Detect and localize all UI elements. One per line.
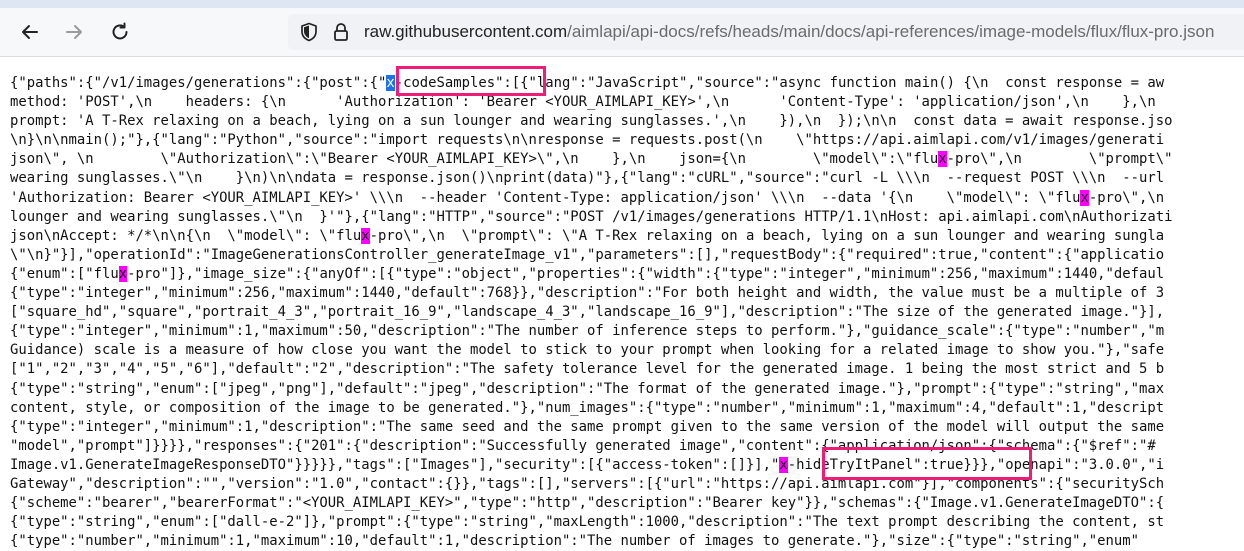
search-match-highlight: x xyxy=(118,265,128,282)
json-line: json\nAccept: */*\n\n{\n \"model\": \"fl… xyxy=(10,227,1244,246)
json-line: {"type":"integer","minimum":256,"maximum… xyxy=(10,284,1244,303)
json-text-run: -pro"]},"image_size":{"anyOf":[{"type":"… xyxy=(127,265,1165,282)
search-match-highlight: x xyxy=(1080,189,1089,206)
forward-button[interactable] xyxy=(60,18,88,46)
json-line: {"type":"string","enum":["jpeg","png"],"… xyxy=(10,380,1244,399)
json-line: \n}\n\nmain();"},{"lang":"Python","sourc… xyxy=(10,131,1244,150)
json-text-run: {"type":"number","minimum":1,"maximum":1… xyxy=(10,533,1139,550)
json-text-run: 'Authorization: Bearer <YOUR_AIMLAPI_KEY… xyxy=(10,189,1081,206)
json-line: ["1","2","3","4","5","6"],"default":"2",… xyxy=(10,360,1244,379)
json-text-run: {"enum":["flu xyxy=(10,265,119,282)
annotation-box-codesamples xyxy=(396,66,546,96)
json-line: content, style, or composition of the im… xyxy=(10,399,1244,418)
shield-icon[interactable] xyxy=(298,21,320,43)
json-line: method: 'POST',\n headers: {\n 'Authoriz… xyxy=(10,93,1244,112)
url-path: /aimlapi/api-docs/refs/heads/main/docs/a… xyxy=(567,22,1215,41)
search-match-highlight: x xyxy=(361,227,370,244)
json-text-run: {"type":"integer","minimum":1,"descripti… xyxy=(10,418,1165,435)
json-line: {"type":"integer","minimum":1,"maximum":… xyxy=(10,322,1244,341)
raw-json-text: {"paths":{"/v1/images/generations":{"pos… xyxy=(10,74,1244,551)
json-line: lounger and wearing sunglasses.\"\n }'"}… xyxy=(10,208,1244,227)
json-text-run: {"type":"string","enum":["dall-e-2"]},"p… xyxy=(10,514,1165,531)
json-text-run: prompt: 'A T-Rex relaxing on a beach, ly… xyxy=(10,113,1173,130)
json-text-run: -pro\",\n \"prompt\": \"A T-Rex relaxing… xyxy=(369,227,1165,244)
json-text-run: Image.v1.GenerateImageResponseDTO"}}}}},… xyxy=(10,456,780,473)
json-text-run: {"scheme":"bearer","bearerFormat":"<YOUR… xyxy=(10,495,1165,512)
json-text-run: \"\n}"}],"operationId":"ImageGenerations… xyxy=(10,246,1165,263)
url-text[interactable]: raw.githubusercontent.com/aimlapi/api-do… xyxy=(364,22,1214,42)
json-line: Image.v1.GenerateImageResponseDTO"}}}}},… xyxy=(10,456,1244,475)
annotation-box-hidetryitpanel xyxy=(822,447,1032,480)
reload-button[interactable] xyxy=(106,18,134,46)
json-line: Gateway","description":"","version":"1.0… xyxy=(10,475,1244,494)
json-line: {"enum":["flux-pro"]},"image_size":{"any… xyxy=(10,265,1244,284)
lock-icon[interactable] xyxy=(330,21,352,43)
json-text-run: \n}\n\nmain();"},{"lang":"Python","sourc… xyxy=(10,132,1165,149)
json-text-run: {"type":"integer","minimum":1,"maximum":… xyxy=(10,323,1165,340)
json-line: "model","prompt"]}}}},"responses":{"201"… xyxy=(10,437,1244,456)
window-top-strip xyxy=(0,0,1244,8)
json-text-run: {"type":"integer","minimum":256,"maximum… xyxy=(10,285,1165,302)
json-text-run: wearing sunglasses.\"\n }\n)\n\ndata = r… xyxy=(10,170,1165,187)
reload-icon xyxy=(112,22,128,40)
json-line: {"type":"string","enum":["dall-e-2"]},"p… xyxy=(10,513,1244,532)
search-match-highlight: x xyxy=(779,456,788,473)
json-line: {"paths":{"/v1/images/generations":{"pos… xyxy=(10,74,1244,93)
url-host: raw.githubusercontent.com xyxy=(364,22,568,41)
back-button[interactable] xyxy=(16,18,44,46)
json-line: json\", \n \"Authorization\":\"Bearer <Y… xyxy=(10,150,1244,169)
json-line: Guidance) scale is a measure of how clos… xyxy=(10,341,1244,360)
json-text-run: -pro\",\n xyxy=(1088,189,1165,206)
json-text-run: json\nAccept: */*\n\n{\n \"model\": \"fl… xyxy=(10,227,362,244)
json-line: {"scheme":"bearer","bearerFormat":"<YOUR… xyxy=(10,494,1244,513)
json-text-run: ["square_hd","square","portrait_4_3","po… xyxy=(10,304,1165,321)
json-text-run: Guidance) scale is a measure of how clos… xyxy=(10,342,1165,359)
json-line: {"type":"number","minimum":1,"maximum":1… xyxy=(10,532,1244,551)
json-text-run: ["1","2","3","4","5","6"],"default":"2",… xyxy=(10,361,1165,378)
json-text-run: {"paths":{"/v1/images/generations":{"pos… xyxy=(10,75,387,91)
json-text-run: content, style, or composition of the im… xyxy=(10,399,1165,416)
json-text-run: -pro\",\n \"prompt\" xyxy=(946,151,1173,168)
json-text-run: json\", \n \"Authorization\":\"Bearer <Y… xyxy=(10,151,939,168)
json-line: prompt: 'A T-Rex relaxing on a beach, ly… xyxy=(10,112,1244,131)
json-line: 'Authorization: Bearer <YOUR_AIMLAPI_KEY… xyxy=(10,189,1244,208)
json-line: \"\n}"}],"operationId":"ImageGenerations… xyxy=(10,246,1244,265)
current-search-match: x xyxy=(386,75,395,91)
json-line: wearing sunglasses.\"\n }\n)\n\ndata = r… xyxy=(10,169,1244,188)
arrow-left-icon xyxy=(22,25,38,39)
browser-toolbar: raw.githubusercontent.com/aimlapi/api-do… xyxy=(0,8,1244,57)
json-line: {"type":"integer","minimum":1,"descripti… xyxy=(10,418,1244,437)
json-text-run: {"type":"string","enum":["jpeg","png"],"… xyxy=(10,380,1165,397)
json-line: ["square_hd","square","portrait_4_3","po… xyxy=(10,303,1244,322)
json-text-run: method: 'POST',\n headers: {\n 'Authoriz… xyxy=(10,94,1156,111)
address-bar[interactable]: raw.githubusercontent.com/aimlapi/api-do… xyxy=(288,14,1244,50)
search-match-highlight: x xyxy=(938,151,947,168)
json-text-run: lounger and wearing sunglasses.\"\n }'"}… xyxy=(10,208,1173,225)
arrow-right-icon xyxy=(66,25,82,39)
